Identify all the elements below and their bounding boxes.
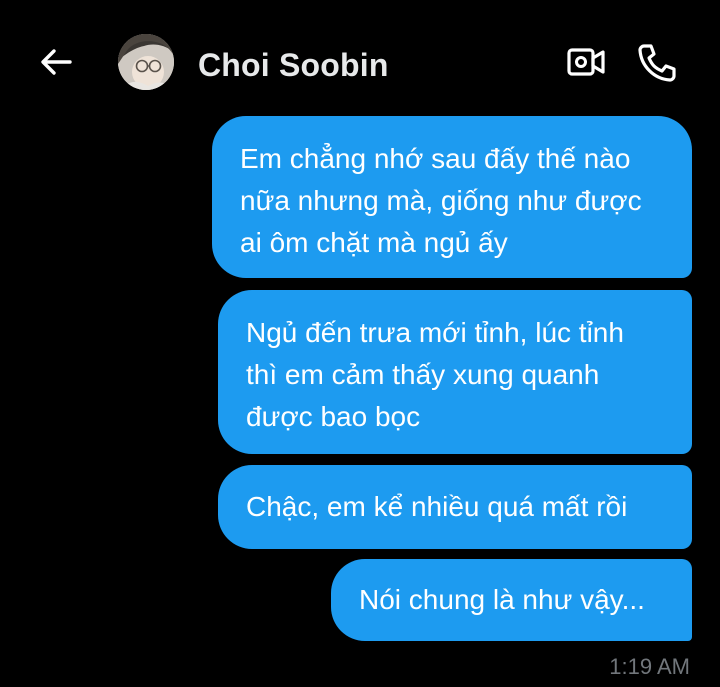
video-call-button[interactable]: [566, 44, 606, 80]
message-bubble-outgoing[interactable]: Chậc, em kể nhiều quá mất rồi: [218, 465, 692, 549]
contact-name[interactable]: Choi Soobin: [198, 45, 389, 85]
chat-header: Choi Soobin: [0, 0, 720, 110]
arrow-left-icon: [41, 49, 72, 75]
back-button[interactable]: [38, 44, 74, 80]
phone-icon: [638, 44, 676, 82]
avatar[interactable]: [118, 34, 174, 90]
message-text: Em chẳng nhớ sau đấy thế nào nữa nhưng m…: [240, 143, 642, 258]
message-bubble-outgoing[interactable]: Ngủ đến trưa mới tỉnh, lúc tỉnh thì em c…: [218, 290, 692, 454]
message-bubble-outgoing[interactable]: Nói chung là như vậy...: [331, 559, 692, 641]
message-bubble-outgoing[interactable]: Em chẳng nhớ sau đấy thế nào nữa nhưng m…: [212, 116, 692, 278]
message-text: Nói chung là như vậy...: [359, 584, 645, 615]
message-text: Ngủ đến trưa mới tỉnh, lúc tỉnh thì em c…: [246, 317, 624, 432]
message-timestamp: 1:19 AM: [609, 654, 690, 679]
message-text: Chậc, em kể nhiều quá mất rồi: [246, 491, 628, 522]
voice-call-button[interactable]: [634, 40, 678, 84]
video-camera-icon: [567, 48, 605, 76]
profile-photo: [118, 34, 174, 90]
